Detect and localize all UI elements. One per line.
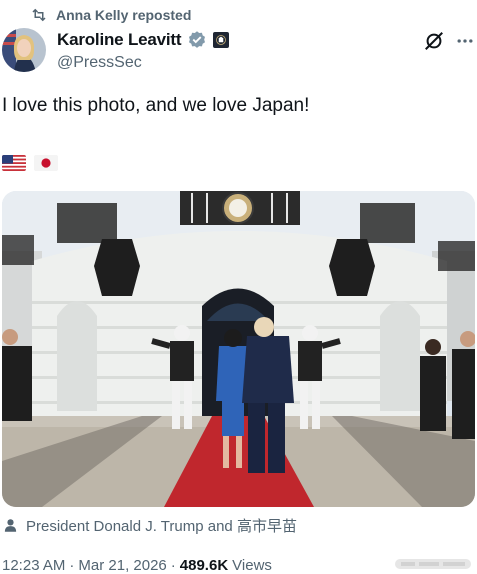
tweet-text: I love this photo, and we love Japan! bbox=[2, 95, 310, 116]
meta-separator: · bbox=[69, 557, 75, 574]
grok-icon[interactable] bbox=[423, 30, 445, 52]
tweet-time[interactable]: 12:23 AM bbox=[2, 557, 65, 574]
author-name[interactable]: Karoline Leavitt bbox=[57, 30, 182, 50]
avatar[interactable] bbox=[2, 28, 46, 72]
repost-icon bbox=[32, 8, 46, 22]
repost-text: Anna Kelly reposted bbox=[56, 7, 192, 23]
more-icon[interactable] bbox=[455, 31, 475, 51]
blurred-watermark bbox=[395, 559, 471, 569]
views-label: Views bbox=[232, 557, 272, 574]
tweet-photo[interactable] bbox=[2, 191, 475, 507]
tweet-meta: 12:23 AM · Mar 21, 2026 · 489.6K Views bbox=[2, 557, 272, 574]
person-icon bbox=[4, 519, 17, 532]
tweet-date[interactable]: Mar 21, 2026 bbox=[78, 557, 166, 574]
repost-indicator[interactable]: Anna Kelly reposted bbox=[30, 6, 191, 24]
verified-badge-icon bbox=[189, 31, 206, 48]
japan-flag bbox=[34, 155, 58, 171]
views-count: 489.6K bbox=[179, 557, 229, 574]
meta-separator-2: · bbox=[170, 557, 176, 574]
photo-tags[interactable]: President Donald J. Trump and 高市早苗 bbox=[26, 515, 297, 536]
white-house-seal-icon[interactable] bbox=[213, 32, 230, 48]
united-states-flag bbox=[2, 155, 26, 171]
author-handle[interactable]: @PressSec bbox=[57, 54, 142, 72]
